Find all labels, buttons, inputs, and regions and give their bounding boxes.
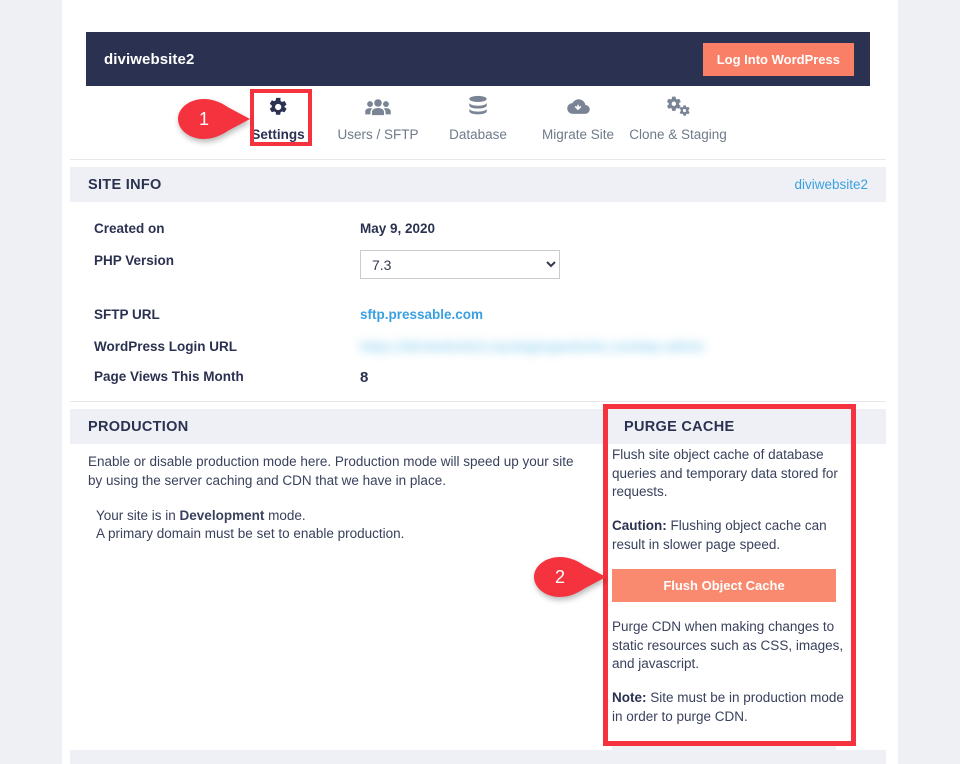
callout-number-2: 2 <box>554 566 565 587</box>
production-section-header: PRODUCTION PURGE CACHE <box>70 409 886 444</box>
site-info-title: SITE INFO <box>88 176 162 193</box>
production-status-suffix: mode. <box>264 508 306 524</box>
caution-text: Caution: Flushing object cache can resul… <box>612 517 852 554</box>
info-label-wordpress-login-url: WordPress Login URL <box>94 339 238 354</box>
production-status-note: A primary domain must be set to enable p… <box>96 526 405 542</box>
production-status-mode: Development <box>179 508 265 524</box>
info-row-php-version: PHP Version 7.3 <box>94 250 794 304</box>
production-status: Your site is in Development mode. A prim… <box>88 507 578 543</box>
site-info-table: Created on May 9, 2020 PHP Version 7.3 S… <box>94 218 794 398</box>
nav-item-users-sftp[interactable]: Users / SFTP <box>328 86 428 142</box>
info-row-wordpress-login-url: WordPress Login URL https://diviwebsite2… <box>94 336 794 366</box>
cloud-download-icon <box>565 94 591 120</box>
info-label-sftp-url: SFTP URL <box>94 307 160 322</box>
nav-label-settings: Settings <box>251 127 305 142</box>
info-value-wordpress-login-url[interactable]: https://diviwebsite2.mystagingwebsite.co… <box>360 336 704 354</box>
nav-item-migrate-site[interactable]: Migrate Site <box>528 86 628 142</box>
nav-label-users-sftp: Users / SFTP <box>337 127 419 142</box>
production-body: Enable or disable production mode here. … <box>88 453 578 543</box>
callout-marker-1: 1 <box>178 99 250 139</box>
note-label: Note: <box>612 690 647 705</box>
nav-item-clone-staging[interactable]: Clone & Staging <box>628 86 728 142</box>
gears-icon <box>665 94 691 120</box>
cdn-description: Purge CDN when making changes to static … <box>612 619 844 672</box>
note-text: Note: Site must be in production mode in… <box>612 689 852 726</box>
purge-cache-panel: Flush site object cache of database quer… <box>612 446 852 764</box>
callout-number-1: 1 <box>198 108 209 129</box>
site-info-section-header: SITE INFO diviwebsite2 <box>70 167 886 202</box>
info-value-page-views: 8 <box>360 369 369 386</box>
info-row-sftp-url: SFTP URL sftp.pressable.com <box>94 304 794 336</box>
production-status-prefix: Your site is in <box>96 508 180 524</box>
production-description: Enable or disable production mode here. … <box>88 454 574 488</box>
info-row-created-on: Created on May 9, 2020 <box>94 218 794 250</box>
php-version-select[interactable]: 7.3 <box>360 250 560 279</box>
nav-label-database: Database <box>449 127 507 142</box>
nav-item-database[interactable]: Database <box>428 86 528 142</box>
info-value-sftp-url[interactable]: sftp.pressable.com <box>360 304 483 322</box>
purge-cache-title: PURGE CACHE <box>624 418 735 435</box>
nav-label-migrate-site: Migrate Site <box>541 127 615 142</box>
gear-icon <box>267 94 289 120</box>
next-section-header <box>70 750 886 764</box>
site-title: diviwebsite2 <box>104 50 195 68</box>
info-row-page-views: Page Views This Month 8 <box>94 366 794 398</box>
info-label-php-version: PHP Version <box>94 253 175 268</box>
info-value-created-on: May 9, 2020 <box>360 221 436 236</box>
divider-above-site-info <box>70 159 886 160</box>
nav-label-clone-staging: Clone & Staging <box>629 127 727 142</box>
flush-object-cache-button[interactable]: Flush Object Cache <box>612 569 836 603</box>
info-label-page-views: Page Views This Month <box>94 369 244 384</box>
divider-above-production <box>70 401 886 402</box>
caution-label: Caution: <box>612 517 667 533</box>
production-title: PRODUCTION <box>88 418 189 435</box>
note-body: Site must be in production mode in order… <box>612 690 844 724</box>
log-into-wordpress-button[interactable]: Log Into WordPress <box>702 42 854 76</box>
callout-marker-2: 2 <box>534 557 606 597</box>
site-info-site-link[interactable]: diviwebsite2 <box>794 177 868 192</box>
users-icon <box>365 94 391 120</box>
site-header: diviwebsite2 Log Into WordPress <box>86 32 870 86</box>
object-cache-description: Flush site object cache of database quer… <box>612 447 838 500</box>
pressable-site-settings-screen: diviwebsite2 Log Into WordPress Settings <box>0 0 960 764</box>
info-label-created-on: Created on <box>94 221 165 236</box>
database-icon <box>467 94 489 120</box>
